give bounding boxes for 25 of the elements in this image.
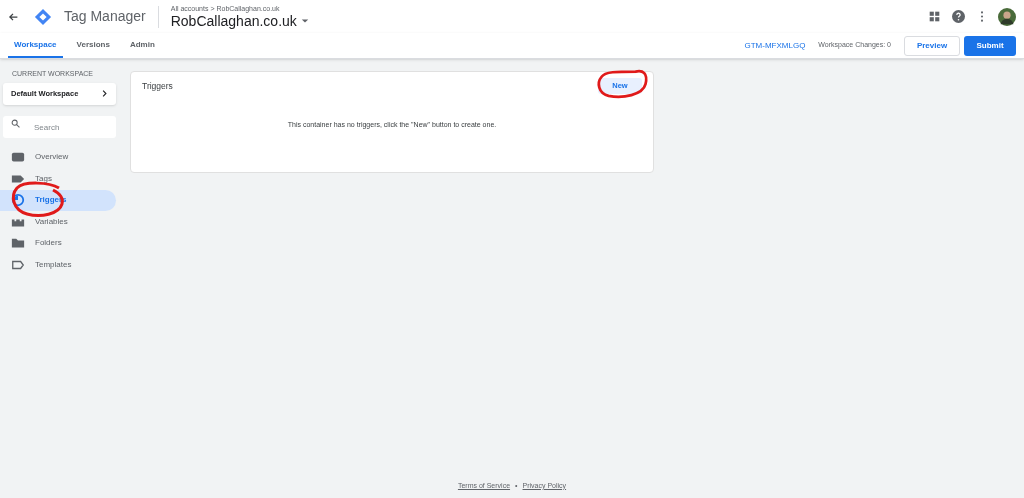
nav-tab[interactable]: Admin [123, 33, 161, 58]
preview-button[interactable]: Preview [904, 35, 960, 56]
container-id-link[interactable]: GTM-MFXMLGQ [744, 39, 806, 52]
sidebar-item[interactable]: Tags [0, 168, 116, 190]
nav-tab[interactable]: Workspace [8, 33, 63, 58]
avatar-icon[interactable] [998, 7, 1016, 26]
submit-button[interactable]: Submit [964, 35, 1016, 56]
back-arrow-icon[interactable] [8, 11, 18, 22]
more-vertical-icon[interactable] [980, 11, 984, 22]
product-name: Tag Manager [64, 7, 146, 26]
dropdown-caret-icon[interactable] [300, 17, 309, 25]
account-name[interactable]: RobCallaghan.co.uk [170, 14, 297, 28]
help-icon[interactable] [952, 10, 965, 23]
chevron-right-icon [101, 90, 108, 97]
card-title: Triggers [142, 79, 173, 93]
sidebar-item[interactable]: Templates [0, 254, 116, 276]
search-icon [11, 119, 20, 128]
logo-icon [34, 7, 52, 26]
search-field[interactable]: Search [3, 116, 116, 138]
trigger-icon [11, 193, 25, 208]
nav-tab[interactable]: Versions [70, 33, 116, 58]
sidebar-item[interactable]: Folders [0, 232, 116, 254]
apps-grid-icon[interactable] [929, 11, 940, 22]
sidebar-item[interactable]: Overview [0, 146, 116, 168]
sidebar-item[interactable]: Variables [0, 211, 116, 233]
